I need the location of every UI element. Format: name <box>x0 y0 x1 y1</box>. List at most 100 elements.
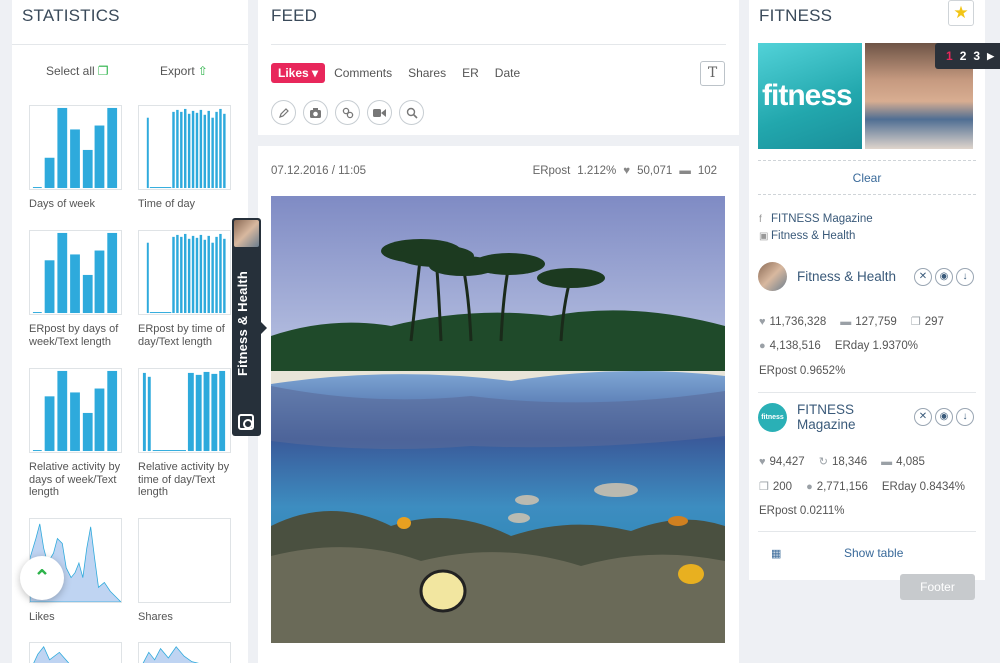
fitness-title: FITNESS <box>759 6 833 25</box>
comment-icon: ▬ <box>679 165 691 177</box>
video-icon[interactable] <box>367 100 392 125</box>
download-icon[interactable]: ↓ <box>956 268 974 286</box>
divider <box>12 44 248 45</box>
posts-value: 200 <box>772 480 793 493</box>
close-icon[interactable]: ✕ <box>914 268 932 286</box>
select-all-button[interactable]: Select all ❐ <box>46 64 108 78</box>
account-name: Fitness & Health <box>797 269 897 284</box>
sort-comments-tab[interactable]: Comments <box>334 66 392 80</box>
chart-label: Relative activity by days of week/Text l… <box>29 461 121 498</box>
divider <box>758 194 976 195</box>
chart-thumb-time-of-day[interactable] <box>138 105 231 190</box>
source-name: Fitness & Health <box>771 230 856 242</box>
page-1[interactable]: 1 <box>946 49 953 63</box>
export-label: Export <box>160 64 195 78</box>
link-icon[interactable] <box>335 100 360 125</box>
chart-thumb-relative-time[interactable] <box>138 368 231 453</box>
sort-likes-button[interactable]: Likes ▾ <box>271 63 326 83</box>
post-type-filters <box>271 100 424 125</box>
chart-thumb[interactable] <box>138 642 231 663</box>
side-tab-label: Fitness & Health <box>235 270 250 376</box>
chart-label: Shares <box>138 611 173 623</box>
play-icon[interactable]: ▶ <box>987 51 994 62</box>
fitness-panel: FITNESS ★ fitness Clear f FITNESS Magazi… <box>749 0 985 580</box>
export-icon: ⇧ <box>197 64 208 78</box>
source-item[interactable]: f FITNESS Magazine <box>759 213 873 225</box>
metrics-row: ❐ 200 ● 2,771,156 ERday 0.8434% <box>759 480 966 494</box>
metrics-row: ERpost 0.9652% <box>759 365 845 377</box>
chart-thumb-relative-days[interactable] <box>29 368 122 453</box>
star-icon[interactable]: ★ <box>948 0 974 26</box>
posts-icon: ❐ <box>910 316 921 328</box>
account-controls: ✕ ◉ ↓ <box>914 268 974 286</box>
copy-icon: ❐ <box>97 64 109 78</box>
caret-down-icon: ▾ <box>312 66 319 80</box>
pager: 1 2 3 ▶ <box>935 43 1000 69</box>
comments-count: 102 <box>697 165 717 177</box>
eye-icon[interactable]: ◉ <box>935 408 953 426</box>
chart-label: ERpost by time of day/Text length <box>138 323 225 348</box>
chart-thumb-erpost-days[interactable] <box>29 230 122 315</box>
heart-icon: ♥ <box>759 455 766 468</box>
pencil-icon[interactable] <box>271 100 296 125</box>
close-icon[interactable]: ✕ <box>914 408 932 426</box>
download-icon[interactable]: ↓ <box>956 408 974 426</box>
show-table-label: Show table <box>844 546 904 560</box>
chart-label: Likes <box>29 611 55 623</box>
erpost-value: 1.212% <box>577 165 617 177</box>
account-card-header[interactable]: Fitness & Health <box>758 262 896 291</box>
page-2[interactable]: 2 <box>960 49 967 63</box>
erpost-value: ERpost 0.9652% <box>759 365 846 377</box>
post-image[interactable] <box>271 196 725 643</box>
sort-shares-tab[interactable]: Shares <box>408 66 446 80</box>
account-name: FITNESS Magazine <box>797 402 856 432</box>
account-card-header[interactable]: fitness FITNESS Magazine <box>758 402 867 432</box>
select-all-label: Select all <box>46 64 95 78</box>
camera-icon[interactable] <box>303 100 328 125</box>
users-icon: ● <box>806 480 813 493</box>
statistics-title: STATISTICS <box>22 6 120 25</box>
chart-label: Relative activity by time of day/Text le… <box>138 461 230 498</box>
avatar: fitness <box>758 402 787 432</box>
erday-value: ERday 0.8434% <box>881 480 966 493</box>
text-toggle-button[interactable]: T <box>700 61 725 86</box>
page-3[interactable]: 3 <box>973 49 980 63</box>
sort-er-tab[interactable]: ER <box>462 66 479 80</box>
source-item[interactable]: ▣ Fitness & Health <box>759 230 855 242</box>
eye-icon[interactable]: ◉ <box>935 268 953 286</box>
post-date: 07.12.2016 / 11:05 <box>271 165 367 177</box>
chart-thumb-shares[interactable] <box>138 518 231 603</box>
sort-tabs: Likes ▾ Comments Shares ER Date <box>271 63 536 83</box>
account-side-tab[interactable]: Fitness & Health <box>232 218 267 436</box>
sort-date-tab[interactable]: Date <box>495 66 520 80</box>
chart-thumb-days-of-week[interactable] <box>29 105 122 190</box>
metrics-row: ● 4,138,516 ERday 1.9370% <box>759 340 918 352</box>
scroll-up-button[interactable]: ⌃ <box>20 556 64 600</box>
search-icon[interactable] <box>399 100 424 125</box>
source-name: FITNESS Magazine <box>771 213 873 225</box>
chart-thumb[interactable] <box>29 642 122 663</box>
heart-icon: ♥ <box>759 315 766 328</box>
export-button[interactable]: Export ⇧ <box>160 64 208 78</box>
comments-value: 4,085 <box>896 455 925 468</box>
comment-icon: ▬ <box>840 315 852 328</box>
erpost-value: ERpost 0.0211% <box>759 505 845 517</box>
likes-count: 50,071 <box>637 165 673 177</box>
facebook-icon: f <box>759 213 762 225</box>
table-icon: ▦ <box>771 548 782 560</box>
likes-value: 94,427 <box>769 455 805 468</box>
likes-value: 11,736,328 <box>769 315 827 328</box>
metrics-row: ERpost 0.0211% <box>759 505 844 517</box>
chart-thumb-erpost-time[interactable] <box>138 230 231 315</box>
metrics-row: ♥ 94,427 ↻ 18,346 ▬ 4,085 <box>759 455 925 469</box>
feed-header: FEED Likes ▾ Comments Shares ER Date T <box>258 0 739 135</box>
chevron-up-icon: ⌃ <box>33 567 51 589</box>
footer-button[interactable]: Footer <box>900 574 975 600</box>
arrow-right-icon <box>261 322 267 334</box>
avatar <box>234 220 259 247</box>
clear-button[interactable]: Clear <box>749 171 985 185</box>
group-image[interactable]: fitness <box>758 43 862 149</box>
chart-label: ERpost by days of week/Text length <box>29 323 119 348</box>
comments-value: 127,759 <box>855 315 897 328</box>
divider <box>271 44 726 45</box>
